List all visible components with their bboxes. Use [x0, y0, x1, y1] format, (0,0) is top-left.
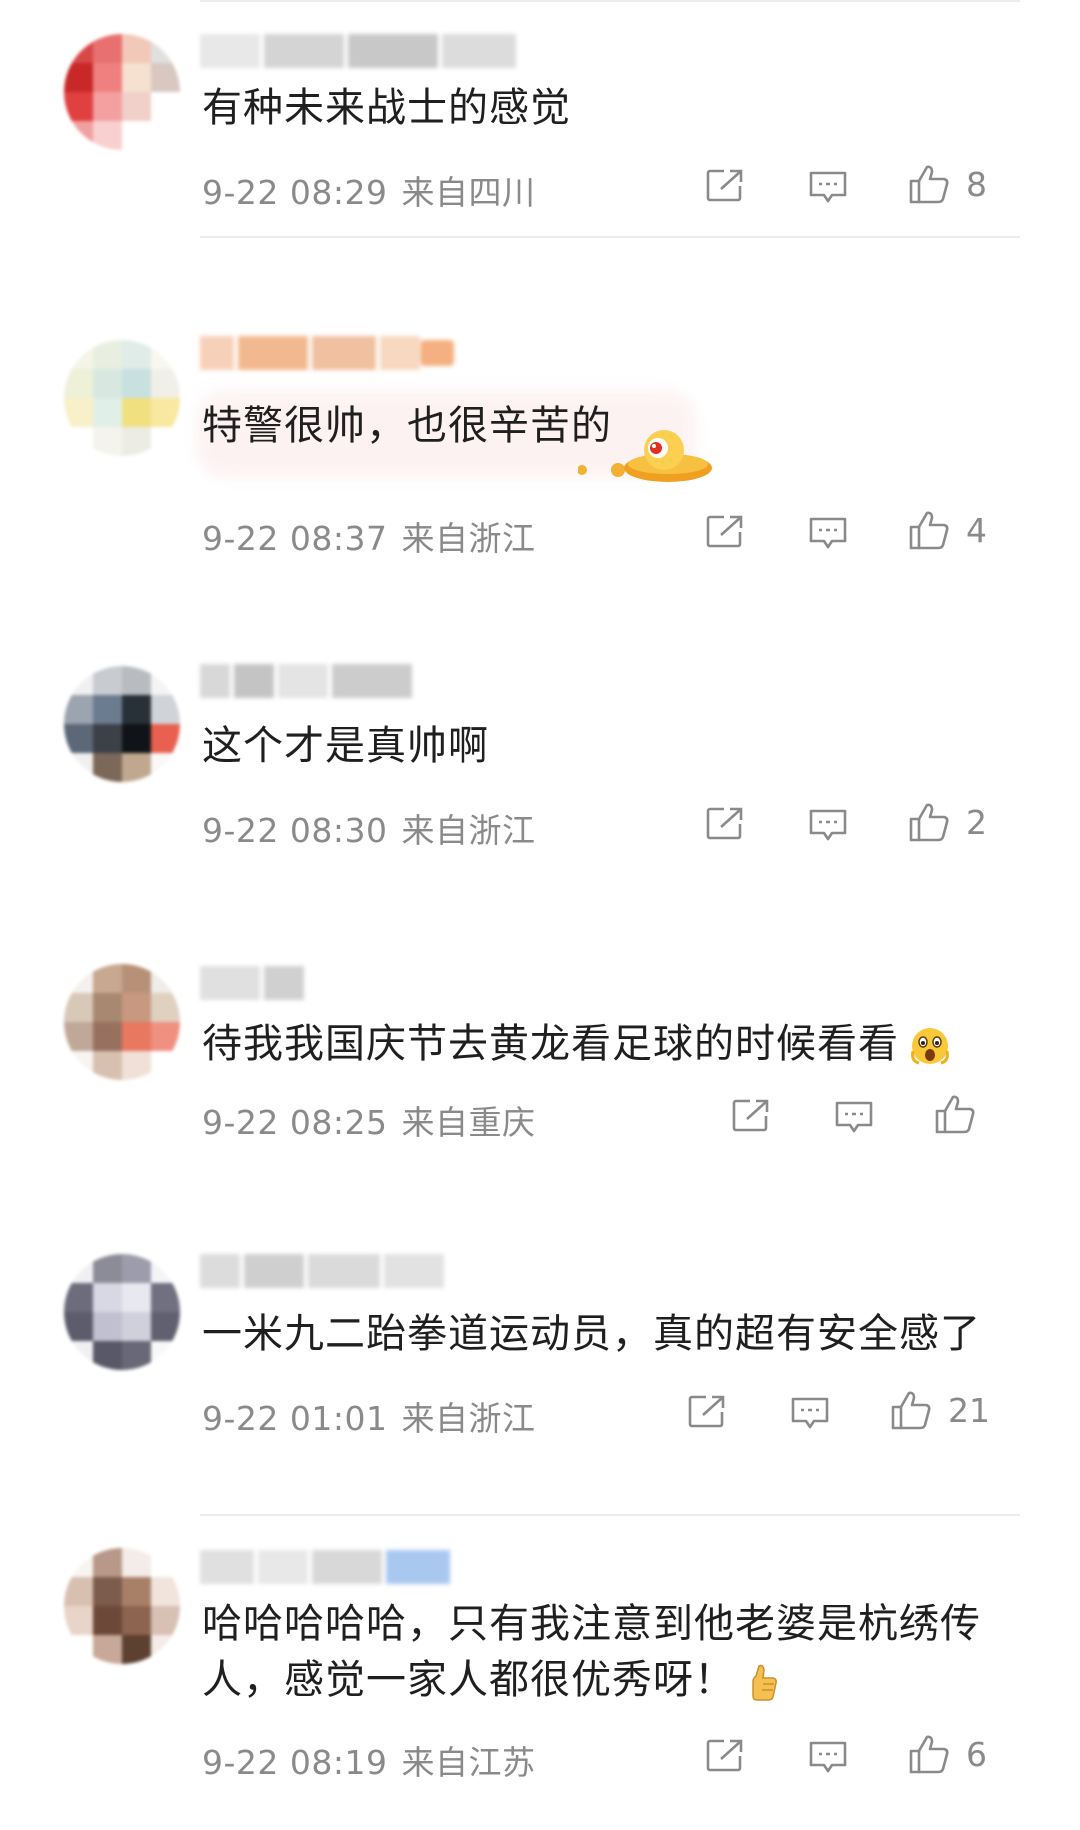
comment-meta: 9-22 08:37 来自浙江	[202, 512, 536, 560]
like-button[interactable]: 21	[890, 1390, 990, 1430]
comment-location: 来自四川	[401, 173, 536, 212]
avatar[interactable]	[64, 1254, 180, 1370]
thumbs-up-icon	[909, 511, 949, 550]
shocked-face-icon	[911, 1028, 949, 1065]
comment-location: 来自江苏	[401, 1743, 536, 1782]
comment-icon	[809, 1741, 847, 1773]
comment-text: 哈哈哈哈哈，只有我注意到他老婆是杭绣传 人，感觉一家人都很优秀呀！	[202, 1596, 981, 1708]
share-icon	[706, 1739, 743, 1772]
reply-button[interactable]	[808, 808, 848, 842]
comment-time: 9-22 08:25	[202, 1103, 388, 1142]
like-count: 21	[948, 1390, 990, 1430]
username-blurred[interactable]	[200, 664, 420, 698]
like-button[interactable]: 4	[908, 510, 987, 550]
comment-icon	[809, 171, 847, 203]
comment-time: 9-22 08:30	[202, 811, 388, 850]
comment-time: 9-22 01:01	[202, 1399, 388, 1438]
ufo-sticker-icon	[578, 430, 712, 482]
thumbs-up-icon	[909, 803, 949, 842]
comment-divider	[200, 1514, 1020, 1516]
comment-meta: 9-22 01:01 来自浙江	[202, 1392, 536, 1440]
share-icon	[732, 1099, 769, 1132]
username-blurred[interactable]	[200, 1254, 448, 1288]
comment-time: 9-22 08:37	[202, 519, 388, 558]
comment-text-line: 哈哈哈哈哈，只有我注意到他老婆是杭绣传	[202, 1601, 981, 1647]
comment-location: 来自浙江	[401, 1399, 536, 1438]
like-button[interactable]: 2	[908, 802, 987, 842]
share-button[interactable]	[706, 168, 744, 202]
like-count: 6	[966, 1734, 987, 1774]
like-count: 8	[966, 164, 987, 204]
reply-button[interactable]	[808, 170, 848, 204]
comment-location: 来自重庆	[401, 1103, 536, 1142]
thumbs-up-icon	[891, 1391, 931, 1430]
thumbs-up-icon	[909, 1735, 949, 1774]
like-count: 2	[966, 802, 987, 842]
share-icon	[688, 1395, 725, 1428]
reply-button[interactable]	[834, 1100, 874, 1134]
reply-button[interactable]	[808, 1740, 848, 1774]
comment-divider	[200, 236, 1020, 238]
comment-text-line: 人，感觉一家人都很优秀呀！	[202, 1652, 981, 1708]
reply-button[interactable]	[790, 1396, 830, 1430]
comment-text: 有种未来战士的感觉	[202, 85, 571, 131]
share-icon	[706, 515, 743, 548]
thumbs-up-icon	[909, 165, 949, 204]
share-button[interactable]	[706, 514, 744, 548]
avatar[interactable]	[64, 964, 180, 1080]
share-icon	[706, 807, 743, 840]
vip-badge	[420, 340, 454, 366]
comment-meta: 9-22 08:19 来自江苏	[202, 1736, 536, 1784]
share-button[interactable]	[732, 1098, 770, 1132]
comment-text: 这个才是真帅啊	[202, 723, 489, 769]
username-blurred[interactable]	[200, 34, 520, 68]
avatar[interactable]	[64, 340, 180, 456]
comment-location: 来自浙江	[401, 811, 536, 850]
comment-icon	[809, 517, 847, 549]
avatar[interactable]	[64, 34, 180, 150]
comment-icon	[835, 1101, 873, 1133]
username-blurred[interactable]	[200, 966, 312, 1000]
top-divider	[200, 0, 1020, 2]
username-blurred[interactable]	[200, 1550, 454, 1584]
like-button[interactable]: 6	[908, 1734, 987, 1774]
comment-icon	[809, 809, 847, 841]
share-button[interactable]	[706, 806, 744, 840]
like-button[interactable]	[934, 1094, 992, 1134]
like-count: 4	[966, 510, 987, 550]
avatar[interactable]	[64, 666, 180, 782]
comment-time: 9-22 08:29	[202, 173, 388, 212]
avatar[interactable]	[64, 1548, 180, 1664]
comment-text-content: 待我我国庆节去黄龙看足球的时候看看	[202, 1021, 899, 1067]
like-button[interactable]: 8	[908, 164, 987, 204]
comment-text-content: 人，感觉一家人都很优秀呀！	[202, 1657, 735, 1703]
thumbs-up-icon	[935, 1095, 975, 1134]
share-button[interactable]	[706, 1738, 744, 1772]
reply-button[interactable]	[808, 516, 848, 550]
comment-time: 9-22 08:19	[202, 1743, 388, 1782]
comment-meta: 9-22 08:25 来自重庆	[202, 1096, 536, 1144]
comment-text: 特警很帅，也很辛苦的	[202, 403, 612, 449]
comment-meta: 9-22 08:29 来自四川	[202, 166, 536, 214]
comment-location: 来自浙江	[401, 519, 536, 558]
share-button[interactable]	[688, 1394, 726, 1428]
comment-text: 一米九二跆拳道运动员，真的超有安全感了	[202, 1311, 981, 1357]
comment-text: 待我我国庆节去黄龙看足球的时候看看	[202, 1016, 951, 1072]
comment-icon	[791, 1397, 829, 1429]
thumbs-up-emoji-icon	[752, 1664, 777, 1701]
share-icon	[706, 169, 743, 202]
comment-meta: 9-22 08:30 来自浙江	[202, 804, 536, 852]
